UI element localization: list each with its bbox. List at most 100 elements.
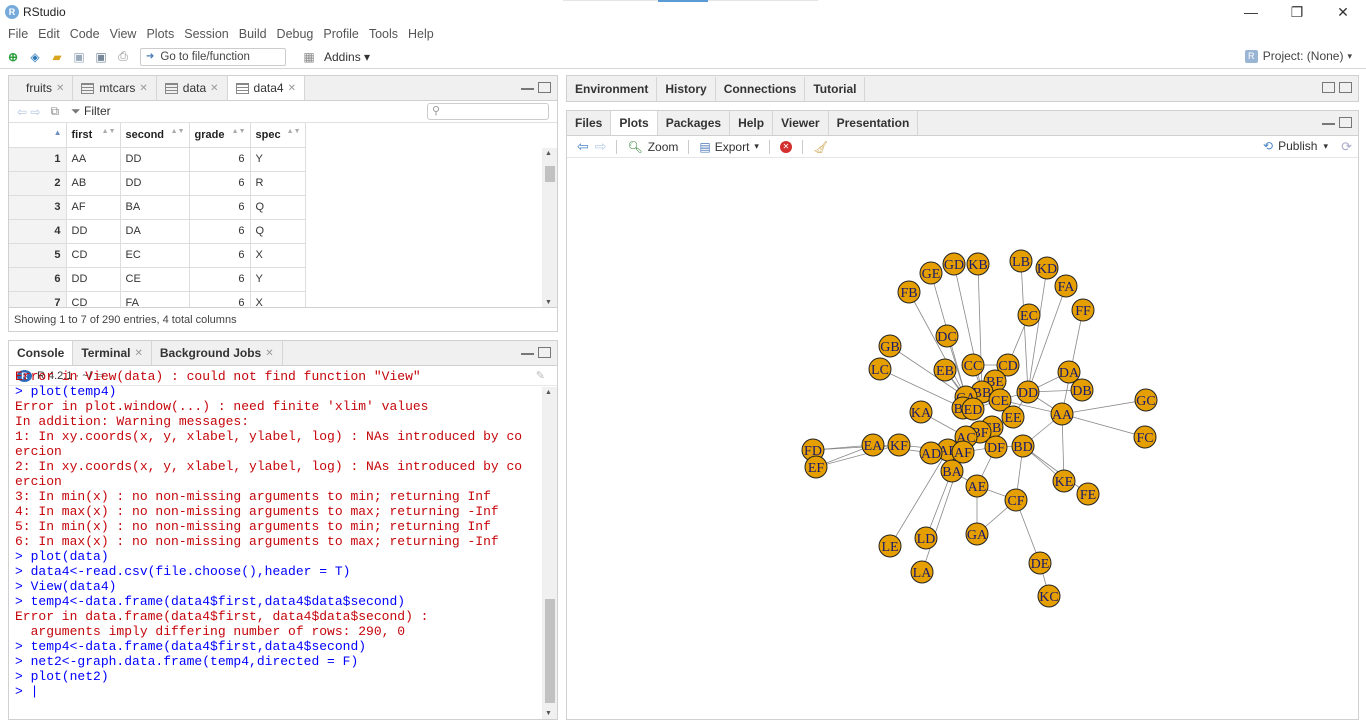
scroll-thumb[interactable]	[545, 599, 555, 703]
column-header[interactable]: first ▲▼	[66, 123, 121, 148]
restore-icon[interactable]: ❐	[1274, 0, 1320, 24]
print-icon[interactable]: ⎙	[114, 48, 132, 66]
graph-node-label: AF	[954, 446, 972, 461]
plots-pane: Files Plots Packages Help Viewer Present…	[566, 110, 1359, 720]
tab-data[interactable]: data ✕	[156, 76, 228, 100]
close-tab-icon[interactable]: ✕	[134, 348, 142, 359]
tab-terminal[interactable]: Terminal ✕	[73, 341, 152, 365]
graph-node: AF	[951, 440, 975, 464]
scroll-thumb[interactable]	[545, 166, 555, 182]
menu-help[interactable]: Help	[408, 27, 434, 41]
new-file-icon[interactable]: ⊕	[4, 48, 22, 66]
row-number: 6	[9, 267, 67, 292]
network-plot: LB KDGD KBGEFAFBFFECDCGBCC CDLC EB DABEDBGCBB…	[801, 249, 1158, 608]
scroll-down-icon[interactable]: ▼	[545, 299, 552, 306]
addins-button[interactable]: Addins ▾	[324, 50, 370, 64]
scroll-up-icon[interactable]: ▲	[545, 150, 552, 157]
close-tab-icon[interactable]: ✕	[210, 83, 218, 94]
new-project-icon[interactable]: ◈	[26, 48, 44, 66]
graph-node-label: BD	[1013, 440, 1032, 455]
project-menu[interactable]: R Project: (None) ▾	[1244, 49, 1352, 63]
clear-plots-icon[interactable]: 🧹︎	[813, 140, 828, 154]
tab-connections[interactable]: Connections	[715, 77, 806, 101]
minimize-icon[interactable]: —	[1228, 0, 1274, 24]
tab-data4[interactable]: data4 ✕	[227, 76, 305, 100]
minimize-pane-icon[interactable]	[521, 347, 534, 355]
restore-pane-icon[interactable]	[1339, 117, 1352, 128]
close-icon[interactable]: ✕	[1320, 0, 1366, 24]
menu-view[interactable]: View	[110, 27, 137, 41]
save-icon[interactable]: ▣	[70, 48, 88, 66]
tab-help[interactable]: Help	[730, 111, 774, 135]
minimize-pane-icon[interactable]	[1322, 117, 1335, 125]
maximize-pane-icon[interactable]	[538, 347, 551, 358]
back-arrow-icon[interactable]: ⇦ ⇨	[17, 105, 40, 119]
close-tab-icon[interactable]: ✕	[265, 348, 273, 359]
open-file-icon[interactable]: ▰	[48, 48, 66, 66]
tab-files[interactable]: Files	[567, 111, 612, 135]
console-command-line: > |	[15, 684, 39, 699]
filter-button[interactable]: ⏷ Filter	[71, 104, 111, 119]
tab-console[interactable]: Console	[9, 341, 74, 365]
remove-plot-icon[interactable]: ✕	[779, 140, 792, 153]
popout-icon[interactable]: ⧉	[50, 104, 59, 119]
save-all-icon[interactable]: ▣	[92, 48, 110, 66]
tab-background-jobs[interactable]: Background Jobs ✕	[151, 341, 283, 365]
next-plot-icon[interactable]: ⇨	[595, 138, 607, 155]
menu-build[interactable]: Build	[239, 27, 267, 41]
tab-packages[interactable]: Packages	[657, 111, 731, 135]
goto-placeholder: Go to file/function	[160, 50, 250, 63]
cell-grade: 6	[189, 147, 251, 172]
close-tab-icon[interactable]: ✕	[139, 83, 147, 94]
tab-mtcars[interactable]: mtcars ✕	[73, 76, 157, 100]
minimize-pane-icon[interactable]	[521, 82, 534, 90]
menu-edit[interactable]: Edit	[38, 27, 60, 41]
menu-session[interactable]: Session	[184, 27, 228, 41]
data-scrollbar[interactable]: ▲ ▼	[542, 148, 557, 308]
zoom-button[interactable]: 🔍︎ Zoom	[627, 140, 678, 154]
tab-presentation[interactable]: Presentation	[828, 111, 919, 135]
scroll-up-icon[interactable]: ▲	[545, 389, 552, 396]
grid-layout-icon[interactable]: ▦	[300, 48, 318, 66]
menu-profile[interactable]: Profile	[323, 27, 358, 41]
graph-node-label: EF	[808, 461, 825, 476]
tab-label: Presentation	[836, 116, 910, 130]
tab-history[interactable]: History	[657, 77, 716, 101]
maximize-pane-icon[interactable]	[538, 82, 551, 93]
prev-plot-icon[interactable]: ⇦	[577, 138, 589, 155]
close-tab-icon[interactable]: ✕	[56, 83, 64, 94]
table-icon	[164, 82, 178, 94]
graph-node-label: KD	[1037, 262, 1057, 277]
tab-fruits[interactable]: fruits ✕	[9, 76, 74, 100]
environment-pane: Environment History Connections Tutorial	[566, 75, 1359, 102]
close-tab-icon[interactable]: ✕	[288, 83, 296, 94]
menu-code[interactable]: Code	[70, 27, 100, 41]
publish-button[interactable]: ⟲ Publish ▾	[1263, 139, 1328, 153]
graph-node: AD	[919, 441, 943, 465]
scroll-down-icon[interactable]: ▼	[545, 710, 552, 717]
menu-plots[interactable]: Plots	[146, 27, 174, 41]
console-scrollbar[interactable]: ▲ ▼	[542, 387, 557, 719]
tab-environment[interactable]: Environment	[567, 77, 658, 101]
graph-node-label: FB	[900, 286, 917, 301]
restore-pane-icon[interactable]	[1322, 82, 1335, 93]
column-header[interactable]: grade ▲▼	[189, 123, 251, 148]
refresh-icon[interactable]: ⟳	[1341, 139, 1352, 155]
maximize-pane-icon[interactable]	[1339, 82, 1352, 93]
console-output[interactable]: Error in View(data) : could not find fun…	[9, 369, 542, 719]
menu-file[interactable]: File	[8, 27, 28, 41]
rownum-header[interactable]: ▲	[9, 123, 67, 148]
search-input[interactable]: ⚲	[427, 103, 549, 120]
goto-file-input[interactable]: ➜ Go to file/function	[140, 47, 286, 66]
sort-icon: ▲▼	[170, 128, 185, 135]
tab-viewer[interactable]: Viewer	[773, 111, 829, 135]
graph-node: KF	[887, 433, 911, 457]
tab-plots[interactable]: Plots	[611, 111, 658, 135]
column-header[interactable]: second ▲▼	[120, 123, 190, 148]
graph-edge	[1061, 399, 1147, 415]
column-header[interactable]: spec ▲▼	[250, 123, 306, 148]
menu-tools[interactable]: Tools	[369, 27, 398, 41]
menu-debug[interactable]: Debug	[277, 27, 314, 41]
export-button[interactable]: ▤ Export ▾	[699, 140, 759, 154]
tab-tutorial[interactable]: Tutorial	[805, 77, 866, 101]
